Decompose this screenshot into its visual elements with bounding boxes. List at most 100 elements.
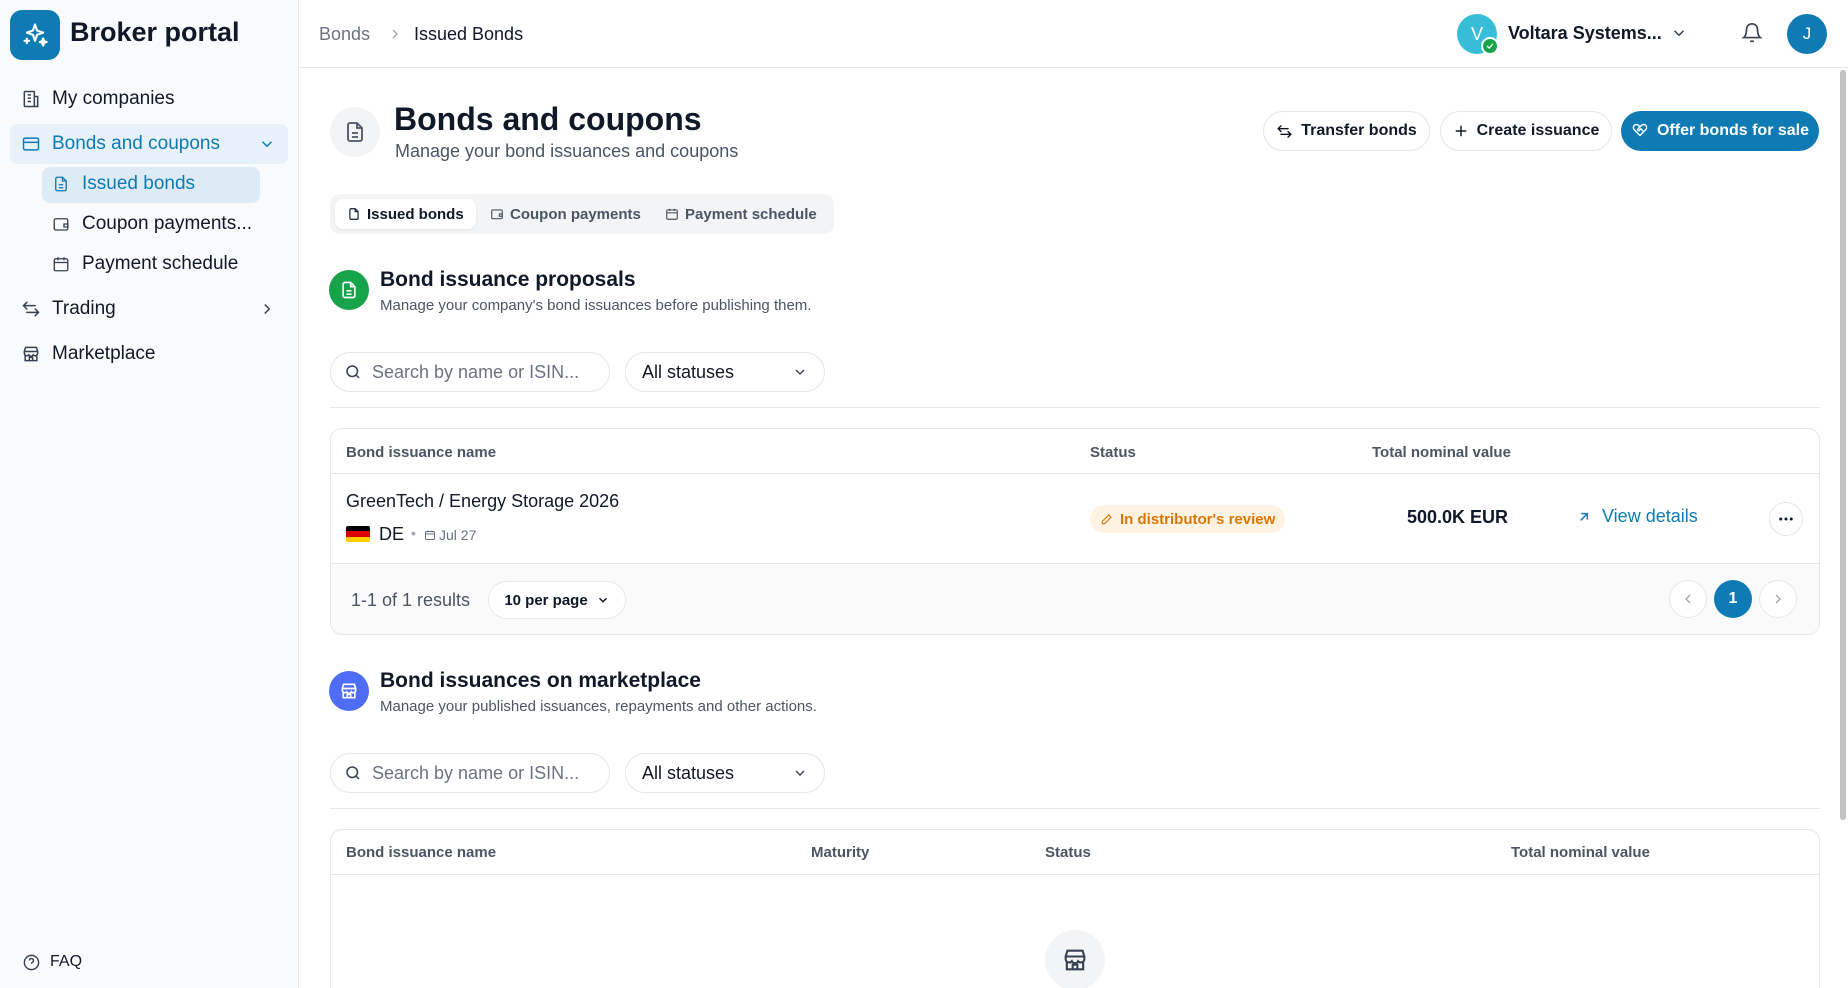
marketplace-section-icon — [329, 671, 369, 711]
calendar-icon — [50, 253, 72, 275]
separator-dot: • — [411, 525, 416, 541]
wallet-icon — [50, 213, 72, 235]
building-icon — [20, 88, 42, 110]
page-1-button[interactable]: 1 — [1714, 580, 1752, 618]
arrows-swap-icon — [20, 298, 42, 320]
status-badge: In distributor's review — [1090, 505, 1286, 533]
tab-issued-bonds[interactable]: Issued bonds — [335, 199, 476, 229]
chevron-down-icon — [598, 597, 607, 603]
more-horizontal-icon — [1779, 517, 1793, 521]
sidebar-item-label: My companies — [52, 88, 175, 109]
offer-bonds-for-sale-button[interactable]: Offer bonds for sale — [1621, 111, 1819, 151]
bond-date: Jul 27 — [439, 527, 477, 543]
tab-coupon-payments[interactable]: Coupon payments — [478, 199, 653, 229]
sidebar-item-bonds-and-coupons[interactable]: Bonds and coupons — [20, 133, 220, 155]
chevron-left-icon — [1685, 594, 1691, 604]
sidebar-item-trading[interactable]: Trading — [20, 298, 116, 320]
marketplace-status-filter[interactable]: All statuses — [625, 753, 825, 793]
proposals-search-input[interactable]: Search by name or ISIN... — [330, 352, 610, 392]
table-header: Bond issuance name Maturity Status Total… — [331, 830, 1819, 875]
sidebar: Broker portal My companies Bonds and cou… — [0, 0, 299, 988]
column-header: Status — [1045, 844, 1091, 861]
proposals-table: Bond issuance name Status Total nominal … — [330, 428, 1820, 635]
page-subtitle: Manage your bond issuances and coupons — [395, 141, 739, 161]
sidebar-item-label: Payment schedule — [82, 253, 239, 274]
user-avatar[interactable]: J — [1787, 14, 1827, 54]
sidebar-item-label: Bonds and coupons — [52, 133, 220, 154]
company-dropdown-chevron-icon[interactable] — [1670, 24, 1688, 42]
marketplace-title: Bond issuances on marketplace — [380, 669, 701, 692]
credit-card-icon — [20, 133, 42, 155]
document-icon — [347, 122, 363, 142]
help-circle-icon — [20, 951, 42, 973]
view-details-link[interactable]: View details — [1576, 506, 1698, 527]
broker-logo[interactable] — [10, 10, 60, 60]
page-scrollbar[interactable] — [1840, 70, 1846, 820]
marketplace-search-input[interactable]: Search by name or ISIN... — [330, 753, 610, 793]
more-options-button[interactable] — [1769, 502, 1803, 536]
calendar-icon — [424, 529, 436, 541]
chevron-right-icon — [1775, 594, 1781, 604]
transfer-bonds-button[interactable]: Transfer bonds — [1263, 111, 1430, 151]
search-icon — [346, 365, 360, 379]
search-placeholder: Search by name or ISIN... — [372, 361, 580, 382]
table-pagination: 1-1 of 1 results 10 per page 1 — [331, 565, 1819, 634]
marketplace-subtitle: Manage your published issuances, repayme… — [380, 698, 817, 715]
column-header: Bond issuance name — [346, 844, 497, 861]
breadcrumb-bonds[interactable]: Bonds — [319, 24, 370, 45]
pencil-icon — [1101, 514, 1112, 525]
breadcrumb-issued-bonds: Issued Bonds — [414, 24, 524, 44]
sidebar-item-payment-schedule[interactable]: Payment schedule — [50, 253, 238, 275]
create-issuance-button[interactable]: Create issuance — [1440, 111, 1612, 151]
proposals-status-filter[interactable]: All statuses — [625, 352, 825, 392]
chevron-down-icon — [795, 369, 805, 375]
sidebar-item-coupon-payments[interactable]: Coupon payments... — [50, 213, 252, 235]
arrow-up-right-icon — [1580, 512, 1589, 521]
column-header: Total nominal value — [1511, 844, 1650, 861]
page-header-icon — [330, 107, 380, 157]
divider — [330, 808, 1820, 809]
sidebar-item-issued-bonds[interactable]: Issued bonds — [50, 173, 195, 195]
page-title: Bonds and coupons — [394, 101, 702, 137]
per-page-select[interactable]: 10 per page — [488, 581, 626, 619]
wallet-icon — [491, 209, 503, 220]
sidebar-item-label: Coupon payments... — [82, 213, 253, 234]
column-header: Status — [1090, 444, 1136, 461]
sidebar-item-marketplace[interactable]: Marketplace — [20, 343, 156, 365]
tab-payment-schedule[interactable]: Payment schedule — [653, 199, 829, 229]
breadcrumb-separator-icon — [387, 26, 403, 42]
column-header: Maturity — [811, 844, 870, 861]
verified-check-icon — [1481, 37, 1499, 55]
country-code: DE — [379, 524, 405, 544]
previous-page-button[interactable] — [1669, 580, 1707, 618]
table-row: GreenTech / Energy Storage 2026 DE • Jul… — [331, 474, 1819, 564]
bond-name: GreenTech / Energy Storage 2026 — [346, 491, 620, 511]
chevron-down-icon — [795, 770, 805, 776]
calendar-icon — [666, 208, 678, 220]
proposals-subtitle: Manage your company's bond issuances bef… — [380, 297, 812, 314]
total-nominal-value: 500.0K EUR — [1406, 507, 1508, 527]
plus-icon — [1455, 125, 1467, 137]
arrows-swap-icon — [1277, 124, 1293, 138]
store-icon — [20, 343, 42, 365]
next-page-button[interactable] — [1759, 580, 1797, 618]
faq-label: FAQ — [50, 953, 83, 970]
sidebar-item-my-companies[interactable]: My companies — [20, 88, 175, 110]
sparkle-icon — [23, 23, 48, 47]
chevron-down-icon[interactable] — [258, 135, 276, 153]
top-bar: Bonds Issued Bonds V Voltara Systems... … — [300, 0, 1848, 68]
bell-icon[interactable] — [1741, 22, 1763, 44]
faq-link[interactable]: FAQ — [20, 951, 82, 973]
column-header: Total nominal value — [1372, 444, 1511, 461]
company-name[interactable]: Voltara Systems... — [1508, 23, 1662, 44]
results-count: 1-1 of 1 results — [351, 590, 471, 610]
bonds-tab-bar: Issued bonds Coupon payments Payment sch… — [330, 194, 834, 234]
marketplace-table: Bond issuance name Maturity Status Total… — [330, 829, 1820, 988]
divider — [330, 407, 1820, 408]
brand-name: Broker portal — [70, 17, 240, 47]
document-icon — [50, 173, 72, 195]
empty-state-icon — [1045, 930, 1105, 988]
store-icon — [341, 683, 357, 699]
chevron-right-icon[interactable] — [258, 300, 276, 318]
sidebar-item-label: Marketplace — [52, 343, 156, 364]
